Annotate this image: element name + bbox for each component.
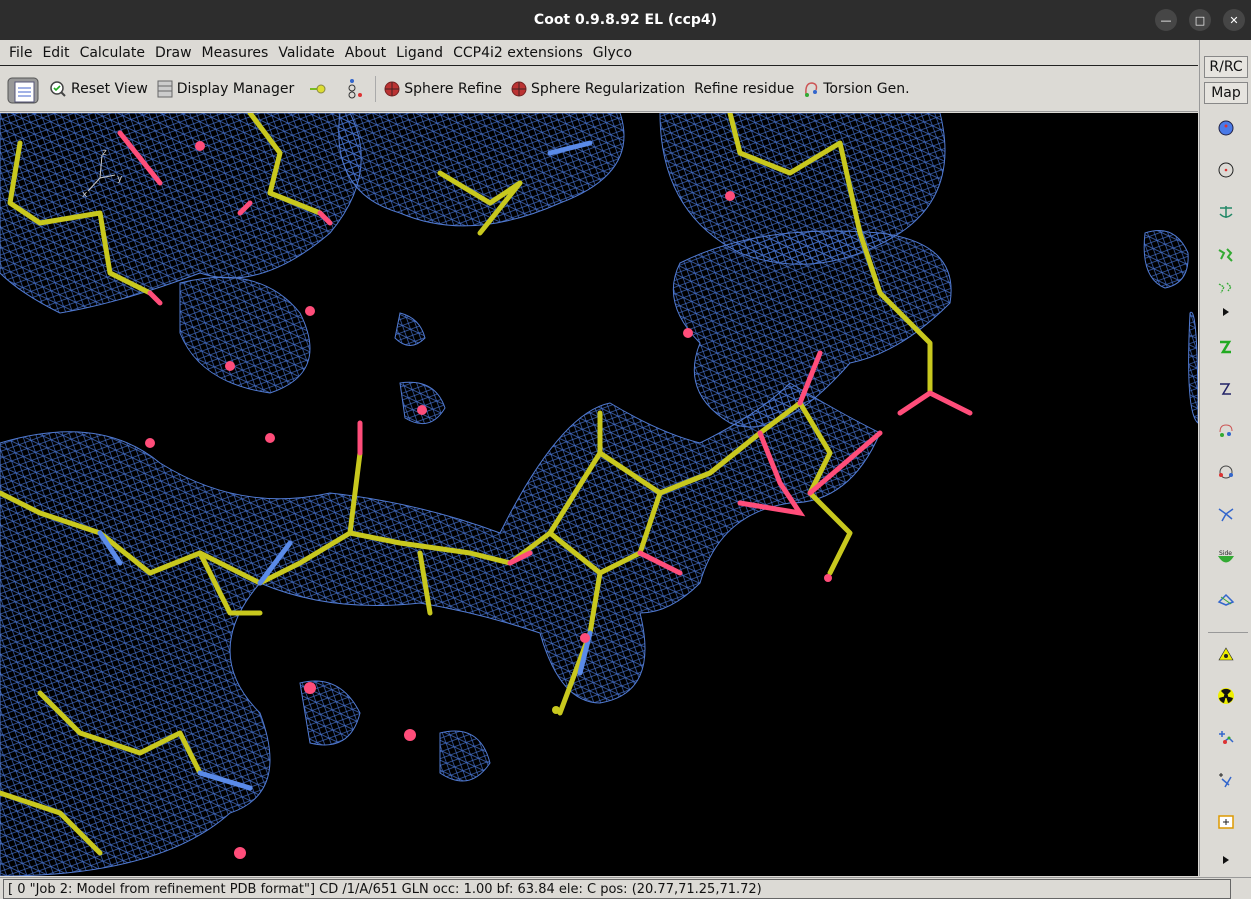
crosshair-icon[interactable] (1216, 160, 1236, 180)
window-title: Coot 0.9.8.92 EL (ccp4) (533, 12, 718, 28)
maximize-button[interactable]: □ (1189, 9, 1211, 31)
main-toolbar: Reset View Display Manager Sphere Refine… (0, 67, 1198, 112)
rotate-translate-icon[interactable] (1216, 421, 1236, 441)
open-file-button[interactable] (6, 73, 40, 105)
density-mesh (0, 113, 1198, 876)
menu-glyco[interactable]: Glyco (588, 45, 637, 61)
menu-validate[interactable]: Validate (273, 45, 339, 61)
menu-file[interactable]: File (4, 45, 37, 61)
radiation-icon[interactable] (1216, 686, 1236, 706)
regularize-zone-icon[interactable] (1216, 337, 1236, 357)
magnifier-check-icon (50, 81, 66, 97)
side-label: Side (1219, 550, 1232, 557)
menu-measures[interactable]: Measures (197, 45, 274, 61)
rrc-button[interactable]: R/RC (1204, 56, 1248, 78)
map-button[interactable]: Map (1204, 82, 1248, 104)
torsion-gen-button[interactable]: Torsion Gen. (803, 80, 910, 98)
rigid-body-fit-icon[interactable] (1216, 245, 1236, 265)
refine-residue-button[interactable]: Refine residue (694, 81, 794, 97)
add-terminal-residue-icon[interactable] (1216, 770, 1236, 790)
reset-view-button[interactable]: Reset View (49, 80, 148, 98)
display-manager-button[interactable]: Display Manager (157, 80, 294, 98)
more-tools-arrow-icon[interactable] (1216, 850, 1236, 870)
key-arrow-icon (310, 84, 326, 94)
anchor-icon[interactable] (1216, 202, 1236, 222)
minimize-button[interactable]: — (1155, 9, 1177, 31)
molecule-icon (348, 79, 363, 99)
menu-ccp4i2-extensions[interactable]: CCP4i2 extensions (448, 45, 588, 61)
axis-z-label: z (102, 148, 107, 158)
toolbar-separator (375, 76, 377, 102)
side-chain-icon[interactable]: Side (1216, 547, 1236, 567)
refine-sphere-blue-icon[interactable] (1216, 118, 1236, 138)
rightbar-separator (1208, 632, 1248, 633)
menu-calculate[interactable]: Calculate (75, 45, 150, 61)
edit-chi-angles-icon[interactable] (1216, 462, 1236, 482)
add-box-icon[interactable] (1216, 812, 1236, 832)
axis-y-label: y (117, 174, 123, 184)
sphere-regularization-button[interactable]: Sphere Regularization (511, 81, 685, 97)
torsion-icon (805, 82, 818, 97)
axis-x-label: x (82, 190, 88, 200)
status-text: [ 0 "Job 2: Model from refinement PDB fo… (3, 878, 1231, 899)
close-button[interactable]: ✕ (1223, 9, 1245, 31)
structure-view: z y x (0, 113, 1198, 876)
mutate-icon[interactable] (1216, 589, 1236, 609)
folder-icon (7, 77, 39, 104)
go-to-atom-button[interactable] (309, 82, 327, 96)
menu-ligand[interactable]: Ligand (391, 45, 448, 61)
display-manager-icon (157, 80, 173, 98)
status-bar: [ 0 "Job 2: Model from refinement PDB fo… (0, 877, 1251, 899)
sphere-refine-button[interactable]: Sphere Refine (384, 81, 502, 97)
menu-edit[interactable]: Edit (37, 45, 74, 61)
chain-refine-icon[interactable] (1216, 279, 1236, 299)
add-water-icon[interactable] (1216, 644, 1236, 664)
menu-about[interactable]: About (340, 45, 391, 61)
title-bar: Coot 0.9.8.92 EL (ccp4) — □ ✕ (0, 0, 1251, 40)
auto-fit-rotamer-icon[interactable] (1216, 379, 1236, 399)
molecular-graphics-canvas[interactable]: z y x (0, 113, 1198, 876)
menu-draw[interactable]: Draw (150, 45, 197, 61)
ligand-builder-button[interactable] (345, 78, 363, 100)
sphere-regularize-icon (511, 81, 527, 97)
add-atom-icon[interactable] (1216, 728, 1236, 748)
torsion-edit-icon[interactable] (1216, 504, 1236, 524)
sphere-refine-icon (384, 81, 400, 97)
menu-bar: File Edit Calculate Draw Measures Valida… (0, 40, 1198, 66)
expand-arrow-icon[interactable] (1216, 302, 1236, 322)
right-toolbar: R/RC Map Side (1199, 40, 1251, 876)
